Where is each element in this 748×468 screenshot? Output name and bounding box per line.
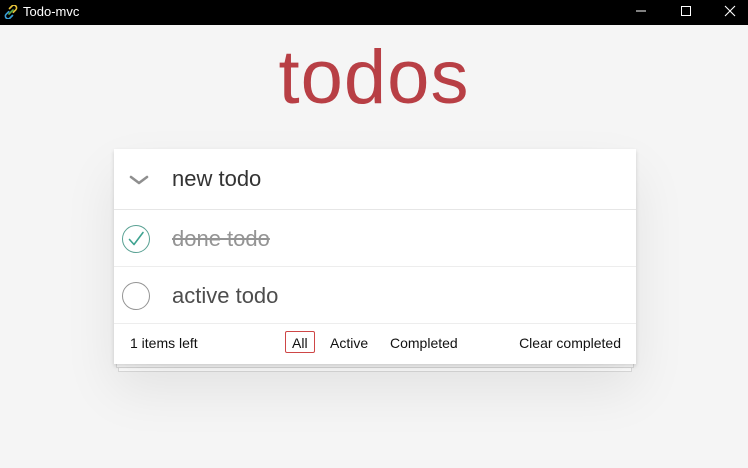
link-icon xyxy=(4,4,18,20)
app-window: Todo-mvc todos new todo done todo active… xyxy=(0,0,748,468)
empty-circle-icon[interactable] xyxy=(121,281,151,311)
todo-label[interactable]: done todo xyxy=(172,226,270,252)
minimize-icon xyxy=(635,4,647,22)
filter-completed[interactable]: Completed xyxy=(383,331,465,353)
chevron-down-icon[interactable] xyxy=(126,169,152,191)
clear-completed-button[interactable]: Clear completed xyxy=(519,335,621,351)
todo-item[interactable]: active todo xyxy=(114,267,636,324)
checkmark-circle-icon[interactable] xyxy=(121,224,151,254)
title-bar[interactable]: Todo-mvc xyxy=(0,0,748,25)
close-button[interactable] xyxy=(707,0,748,25)
new-todo-row xyxy=(114,149,636,210)
maximize-button[interactable] xyxy=(663,0,709,25)
close-icon xyxy=(724,4,736,22)
filter-active[interactable]: Active xyxy=(323,331,375,353)
app-title: todos xyxy=(278,35,470,120)
todo-label[interactable]: active todo xyxy=(172,283,278,309)
maximize-icon xyxy=(680,4,692,22)
todo-footer: 1 items left All Active Completed Clear … xyxy=(114,324,636,364)
window-title: Todo-mvc xyxy=(23,4,80,19)
todo-item[interactable]: done todo xyxy=(114,210,636,267)
minimize-button[interactable] xyxy=(618,0,664,25)
filter-all[interactable]: All xyxy=(285,331,315,353)
items-left-count: 1 items left xyxy=(130,335,198,351)
new-todo-input[interactable] xyxy=(172,163,612,195)
todo-panel: done todo active todo 1 items left All A… xyxy=(114,149,636,364)
